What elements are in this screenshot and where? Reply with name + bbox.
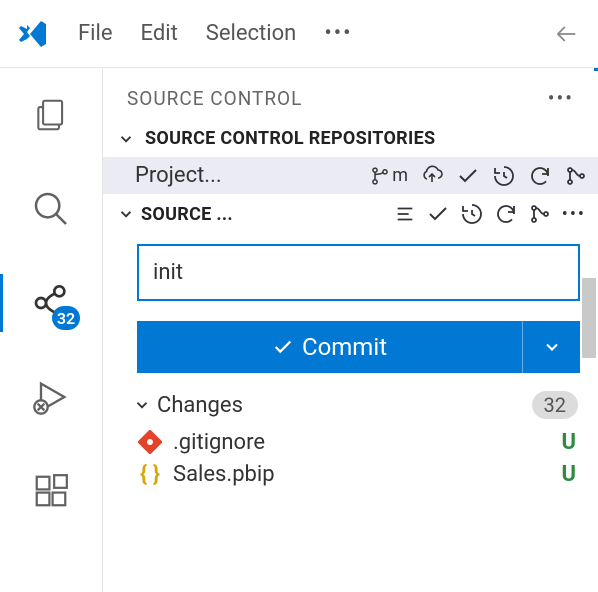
- scm-badge: 32: [52, 306, 80, 330]
- scrollbar-thumb[interactable]: [582, 278, 596, 358]
- activity-source-control[interactable]: 32: [30, 282, 72, 324]
- check-icon[interactable]: [426, 202, 450, 226]
- activity-debug[interactable]: [30, 376, 72, 418]
- menu-bar: File Edit Selection: [78, 21, 296, 46]
- changes-count-badge: 32: [532, 391, 578, 419]
- history-icon[interactable]: [460, 202, 484, 226]
- repositories-section-header[interactable]: SOURCE CONTROL REPOSITORIES: [103, 118, 598, 157]
- activity-explorer[interactable]: [30, 94, 72, 136]
- chevron-down-icon: [117, 205, 135, 223]
- gitignore-file-icon: [137, 429, 163, 455]
- repositories-title: SOURCE CONTROL REPOSITORIES: [145, 128, 435, 149]
- back-arrow-icon[interactable]: [552, 20, 580, 48]
- graph-icon[interactable]: [528, 202, 552, 226]
- decoration: [594, 68, 598, 71]
- panel-title: SOURCE CONTROL: [127, 87, 302, 110]
- commit-message-input[interactable]: [137, 244, 580, 301]
- commit-button-label: Commit: [302, 333, 387, 361]
- refresh-icon[interactable]: [494, 202, 518, 226]
- graph-icon[interactable]: [564, 164, 588, 188]
- menu-file[interactable]: File: [78, 21, 113, 46]
- activity-extensions[interactable]: [30, 470, 72, 512]
- check-icon[interactable]: [456, 164, 480, 188]
- file-row[interactable]: .gitignore U: [103, 425, 598, 457]
- source-control-title: SOURCE ...: [141, 204, 233, 225]
- source-control-section-header[interactable]: SOURCE ... •••: [103, 194, 598, 232]
- chevron-down-icon: [133, 396, 151, 414]
- commit-button-group: Commit: [137, 321, 580, 373]
- file-name: Sales.pbip: [173, 462, 551, 487]
- menu-selection[interactable]: Selection: [206, 21, 297, 46]
- titlebar: File Edit Selection •••: [0, 0, 598, 68]
- menu-more-icon[interactable]: •••: [324, 21, 352, 46]
- history-icon[interactable]: [492, 164, 516, 188]
- file-row[interactable]: { } Sales.pbip U: [103, 457, 598, 489]
- vscode-logo-icon: [18, 18, 50, 50]
- file-status-untracked: U: [561, 462, 576, 487]
- refresh-icon[interactable]: [528, 164, 552, 188]
- branch-icon[interactable]: m: [370, 165, 408, 186]
- commit-dropdown[interactable]: [522, 321, 580, 373]
- pbip-file-icon: { }: [137, 461, 163, 487]
- source-control-panel: SOURCE CONTROL ••• SOURCE CONTROL REPOSI…: [102, 68, 598, 592]
- more-icon[interactable]: •••: [562, 204, 586, 225]
- menu-edit[interactable]: Edit: [141, 21, 178, 46]
- file-name: .gitignore: [173, 430, 551, 455]
- cloud-sync-icon[interactable]: [420, 164, 444, 188]
- changes-label: Changes: [157, 393, 243, 418]
- chevron-down-icon: [117, 130, 135, 148]
- activity-bar: 32: [0, 68, 102, 592]
- repository-row[interactable]: Project... m: [103, 157, 598, 194]
- commit-button[interactable]: Commit: [137, 321, 522, 373]
- panel-more-icon[interactable]: •••: [548, 86, 574, 110]
- file-status-untracked: U: [561, 430, 576, 455]
- activity-search[interactable]: [30, 188, 72, 230]
- repository-name: Project...: [135, 163, 222, 188]
- view-tree-icon[interactable]: [394, 203, 416, 225]
- changes-header[interactable]: Changes 32: [103, 373, 598, 425]
